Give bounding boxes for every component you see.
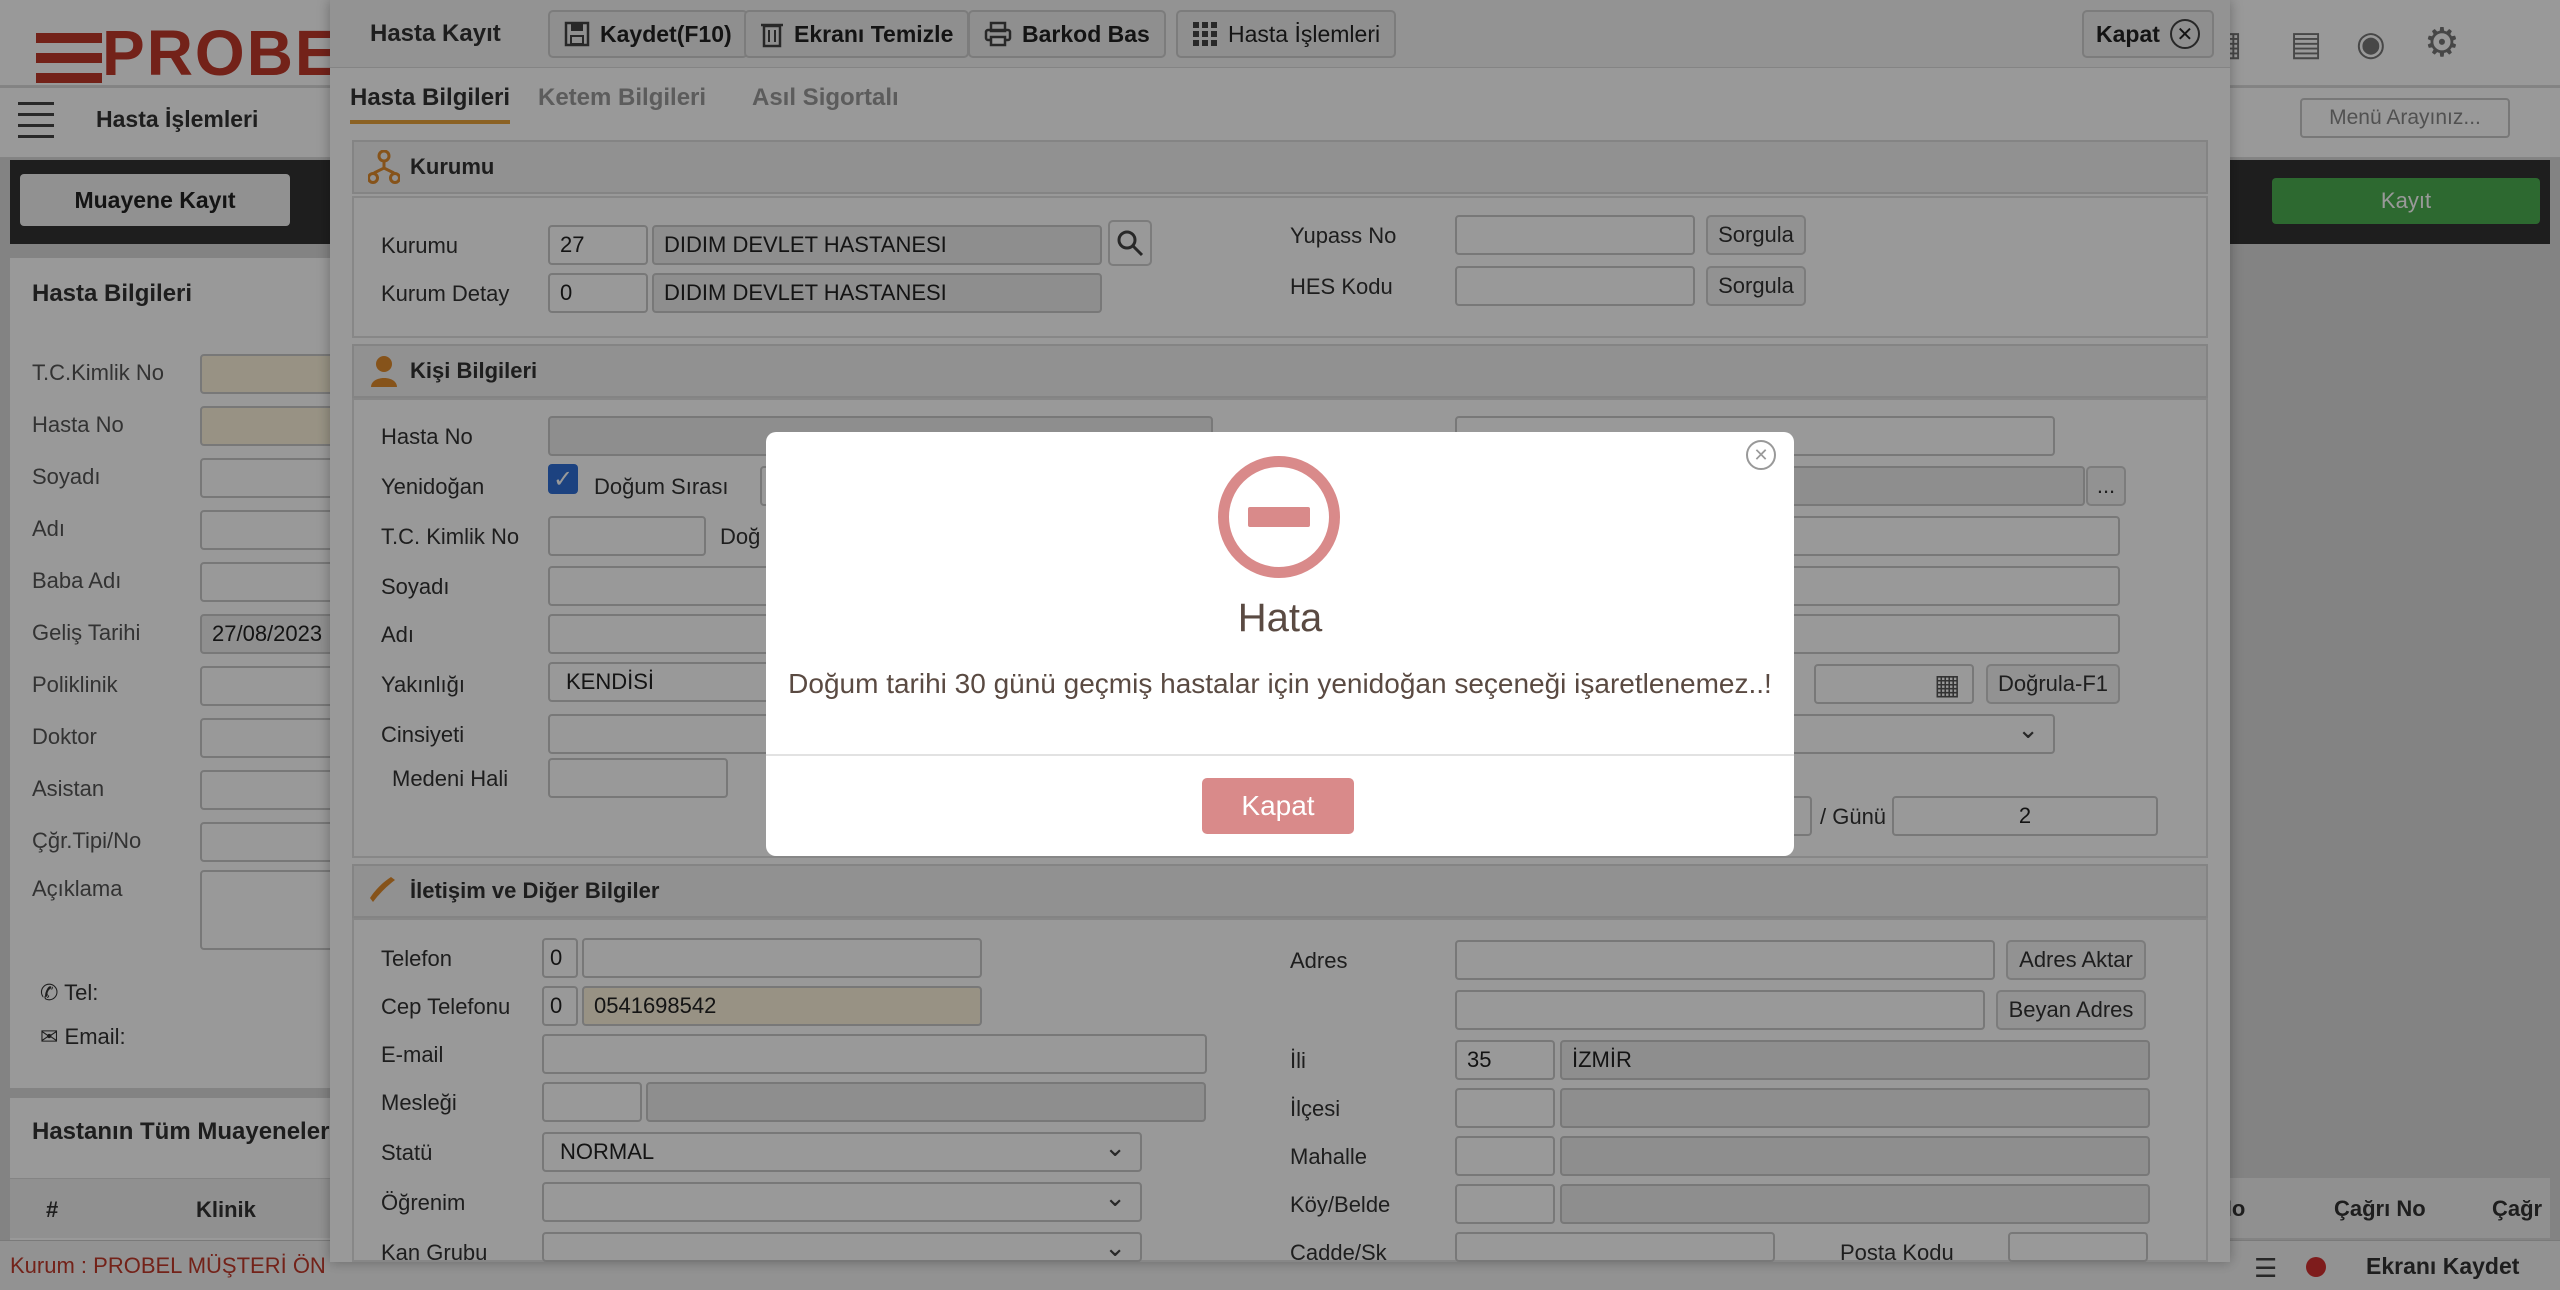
error-alert: ✕ Hata Doğum tarihi 30 günü geçmiş hasta… [766, 432, 1794, 856]
alert-divider [766, 754, 1794, 756]
alert-title: Hata [1237, 596, 1323, 640]
alert-message: Doğum tarihi 30 günü geçmiş hastalar içi… [788, 668, 1772, 699]
error-icon [1218, 456, 1340, 578]
alert-kapat-button[interactable]: Kapat [1202, 778, 1354, 834]
alert-close-icon[interactable]: ✕ [1746, 440, 1776, 470]
